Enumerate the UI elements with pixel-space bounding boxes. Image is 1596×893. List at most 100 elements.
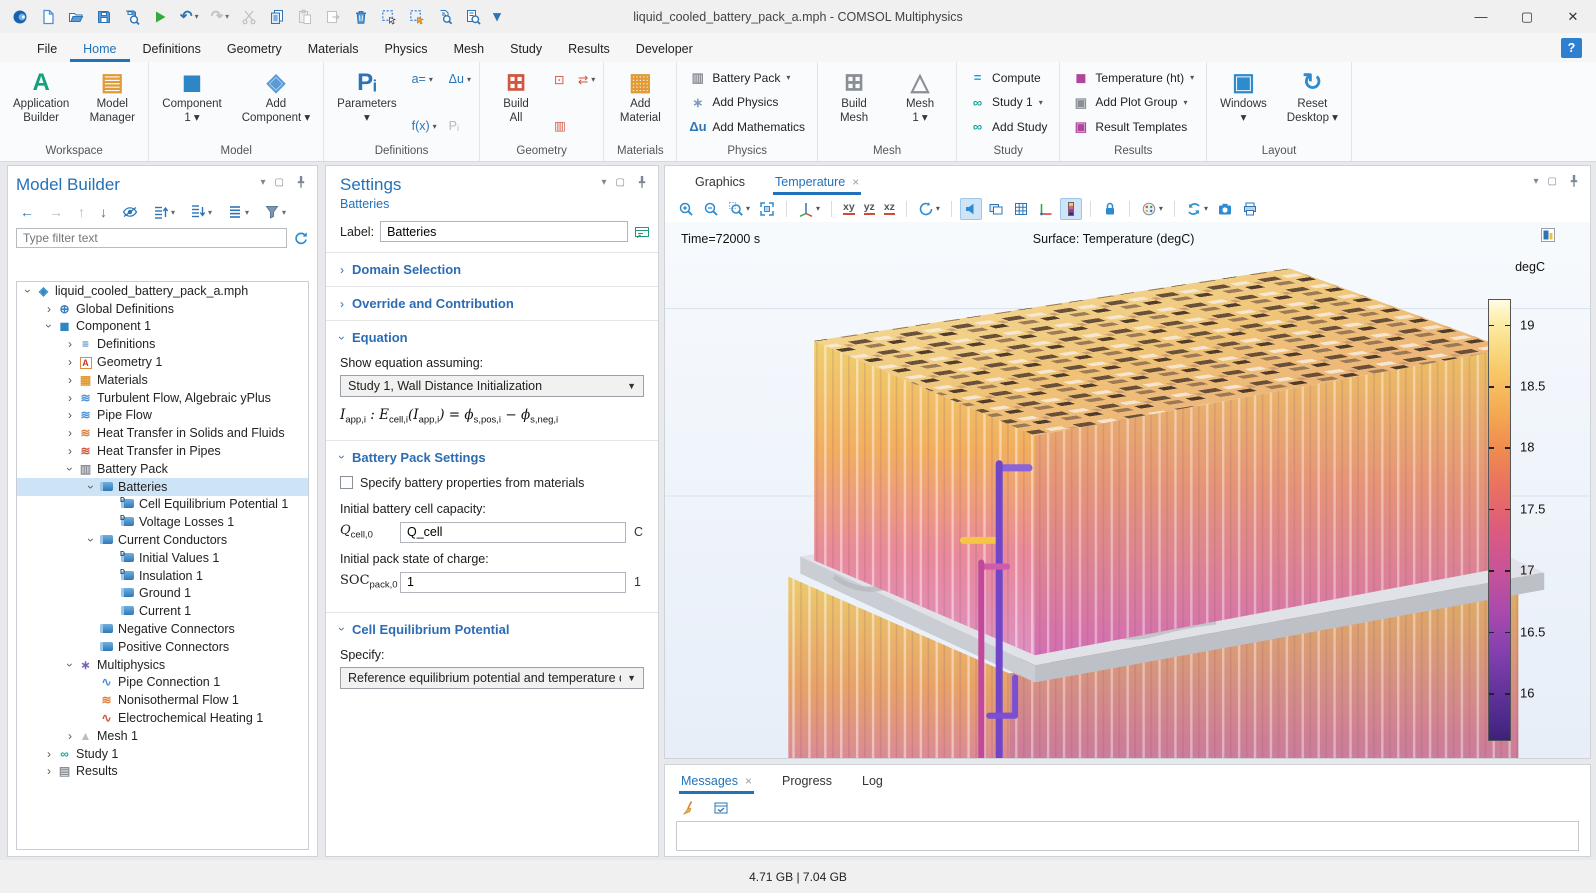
move-down-button[interactable]: ↓	[96, 201, 111, 223]
tree-node[interactable]: ›⊕Global Definitions	[17, 300, 308, 318]
new-file-button[interactable]	[36, 6, 60, 28]
tree-node[interactable]: DCell Equilibrium Potential 1	[17, 496, 308, 514]
pin-panel-icon[interactable]	[293, 174, 309, 190]
plot-indicator-icon[interactable]	[1540, 227, 1556, 243]
tree-node[interactable]: ›Batteries	[17, 478, 308, 496]
tree-node[interactable]: Positive Connectors	[17, 638, 308, 656]
chevron-down-icon[interactable]: ›	[63, 462, 77, 476]
comsol-logo-icon[interactable]	[8, 6, 32, 28]
chevron-right-icon[interactable]: ›	[42, 302, 56, 316]
menu-study[interactable]: Study	[497, 37, 555, 62]
tree-node[interactable]: DInsulation 1	[17, 567, 308, 585]
zoom-in-button[interactable]	[675, 198, 697, 220]
add-plot-group-button[interactable]: ▣Add Plot Group▾	[1068, 94, 1198, 111]
menu-materials[interactable]: Materials	[295, 37, 372, 62]
zoom-extents-button[interactable]	[756, 198, 778, 220]
default-view-button[interactable]: ▾	[795, 198, 823, 220]
chevron-right-icon[interactable]: ›	[63, 444, 77, 458]
tab-graphics[interactable]: Graphics	[693, 170, 747, 195]
save-button[interactable]	[92, 6, 116, 28]
component-1-button[interactable]: ◼Component1 ▾	[155, 64, 228, 143]
chevron-right-icon[interactable]: ›	[42, 764, 56, 778]
node-text-button[interactable]: ▾	[223, 201, 253, 223]
equation-assumption-dropdown[interactable]: Study 1, Wall Distance Initialization ▼	[340, 375, 644, 397]
menu-mesh[interactable]: Mesh	[441, 37, 498, 62]
build-mesh-button[interactable]: ⊞BuildMesh	[824, 64, 884, 143]
color-legend-button[interactable]	[1060, 198, 1082, 220]
clear-selection-button[interactable]	[405, 6, 429, 28]
pin-panel-icon[interactable]	[1566, 173, 1582, 189]
cut-button[interactable]	[237, 6, 261, 28]
tree-node[interactable]: ∿Electrochemical Heating 1	[17, 709, 308, 727]
message-log-table-button[interactable]	[709, 797, 733, 819]
show-grid-button[interactable]	[1010, 198, 1032, 220]
menu-home[interactable]: Home	[70, 37, 129, 62]
tree-node[interactable]: ›≋Turbulent Flow, Algebraic yPlus	[17, 389, 308, 407]
add-study-button[interactable]: ∞Add Study	[965, 118, 1051, 135]
snapshot-button[interactable]	[1214, 198, 1236, 220]
section-header[interactable]: › Override and Contribution	[326, 287, 658, 320]
pin-panel-icon[interactable]	[634, 174, 650, 190]
menu-geometry[interactable]: Geometry	[214, 37, 295, 62]
import-geometry-button[interactable]: ⊡	[554, 72, 566, 87]
view-xz-button[interactable]: xz	[881, 199, 898, 218]
build-all-button[interactable]: ⊞BuildAll	[486, 64, 546, 143]
menu-physics[interactable]: Physics	[371, 37, 440, 62]
chevron-right-icon[interactable]: ›	[63, 426, 77, 440]
go-back-button[interactable]: ←	[16, 201, 38, 223]
tree-node[interactable]: ›≋Pipe Flow	[17, 407, 308, 425]
chevron-down-icon[interactable]: ›	[84, 533, 98, 547]
study-1-button[interactable]: ∞Study 1▾	[965, 94, 1051, 111]
application-builder-button[interactable]: AApplicationBuilder	[6, 64, 76, 143]
clear-messages-button[interactable]	[677, 797, 701, 819]
tree-node[interactable]: ∿Pipe Connection 1	[17, 674, 308, 692]
view-xy-button[interactable]: xy	[840, 199, 858, 218]
delete-button[interactable]	[349, 6, 373, 28]
add-material-button[interactable]: ▦AddMaterial	[610, 64, 670, 143]
section-header[interactable]: › Equation	[326, 321, 658, 354]
undo-button[interactable]: ↶▾	[176, 6, 203, 28]
open-file-button[interactable]	[64, 6, 88, 28]
windows-button[interactable]: ▣Windows▾	[1213, 64, 1274, 143]
tree-node[interactable]: ›▦Materials	[17, 371, 308, 389]
rename-icon[interactable]	[634, 224, 650, 240]
tree-node[interactable]: ›▲Mesh 1	[17, 727, 308, 745]
add-physics-button[interactable]: ∗Add Physics	[685, 94, 809, 111]
filter-button[interactable]: ▾	[260, 201, 290, 223]
chevron-right-icon[interactable]: ›	[63, 408, 77, 422]
float-panel-icon[interactable]: ▢	[1548, 176, 1557, 187]
virtual-operations-button[interactable]: ▥	[554, 118, 566, 133]
paste-button[interactable]	[293, 6, 317, 28]
close-tab-icon[interactable]: ×	[745, 774, 752, 788]
transparency-button[interactable]	[960, 198, 982, 220]
environment-button[interactable]: ▾	[1138, 198, 1166, 220]
section-header[interactable]: › Cell Equilibrium Potential	[326, 613, 658, 646]
close-tab-icon[interactable]: ×	[852, 175, 859, 189]
add-mathematics-button[interactable]: ΔuAdd Mathematics	[685, 118, 809, 135]
show-axis-button[interactable]	[1035, 198, 1057, 220]
reset-desktop-button[interactable]: ↻ResetDesktop ▾	[1280, 64, 1345, 143]
help-button[interactable]: ?	[1561, 38, 1582, 58]
chevron-right-icon[interactable]: ›	[63, 373, 77, 387]
tree-node[interactable]: ›Current Conductors	[17, 531, 308, 549]
chevron-right-icon[interactable]: ›	[63, 729, 77, 743]
go-forward-button[interactable]: →	[45, 201, 67, 223]
tree-node[interactable]: ≋Nonisothermal Flow 1	[17, 691, 308, 709]
result-templates-button[interactable]: ▣Result Templates	[1068, 118, 1198, 135]
menu-developer[interactable]: Developer	[623, 37, 706, 62]
maximize-button[interactable]: ▢	[1504, 0, 1550, 33]
tree-node[interactable]: DVoltage Losses 1	[17, 513, 308, 531]
section-header[interactable]: › Domain Selection	[326, 253, 658, 286]
menu-file[interactable]: File	[24, 37, 70, 62]
parameters-button[interactable]: PᵢParameters▾	[330, 64, 403, 143]
chevron-right-icon[interactable]: ›	[63, 355, 77, 369]
add-component-button[interactable]: ◈AddComponent ▾	[235, 64, 317, 143]
box-select-button[interactable]	[377, 6, 401, 28]
tab-messages[interactable]: Messages×	[679, 769, 754, 794]
collapse-panel-icon[interactable]: ▾	[1534, 176, 1539, 187]
find-button[interactable]	[433, 6, 457, 28]
menu-results[interactable]: Results	[555, 37, 623, 62]
tree-node[interactable]: ›≋Heat Transfer in Solids and Fluids	[17, 424, 308, 442]
float-panel-icon[interactable]: ▢	[275, 177, 284, 188]
chevron-right-icon[interactable]: ›	[63, 337, 77, 351]
